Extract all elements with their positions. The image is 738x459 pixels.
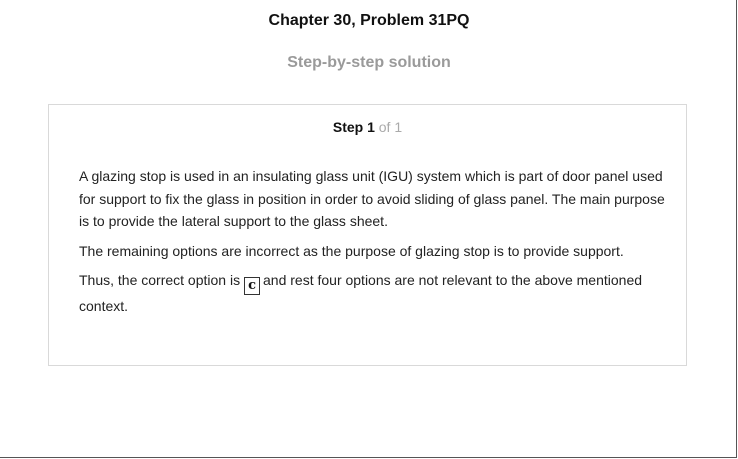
solution-paragraph-1: A glazing stop is used in an insulating … xyxy=(79,168,665,229)
solution-paragraph-3: Thus, the correct option is c and rest fou… xyxy=(79,269,669,318)
solution-paragraph-2: The remaining options are incorrect as t… xyxy=(79,242,624,259)
page-subtitle: Step-by-step solution xyxy=(287,54,451,71)
solution-content: A glazing stop is used in an insulating … xyxy=(79,165,669,325)
solution-card: Step 1 of 1 A glazing stop is used in an… xyxy=(48,104,687,366)
conclusion-text-before: Thus, the correct option is xyxy=(79,272,241,288)
page-title: Chapter 30, Problem 31PQ xyxy=(268,12,470,29)
step-label: Step 1 xyxy=(332,119,375,135)
answer-box: c xyxy=(244,277,260,295)
step-count: of 1 xyxy=(378,119,403,135)
step-header: Step 1 of 1 xyxy=(49,119,686,135)
